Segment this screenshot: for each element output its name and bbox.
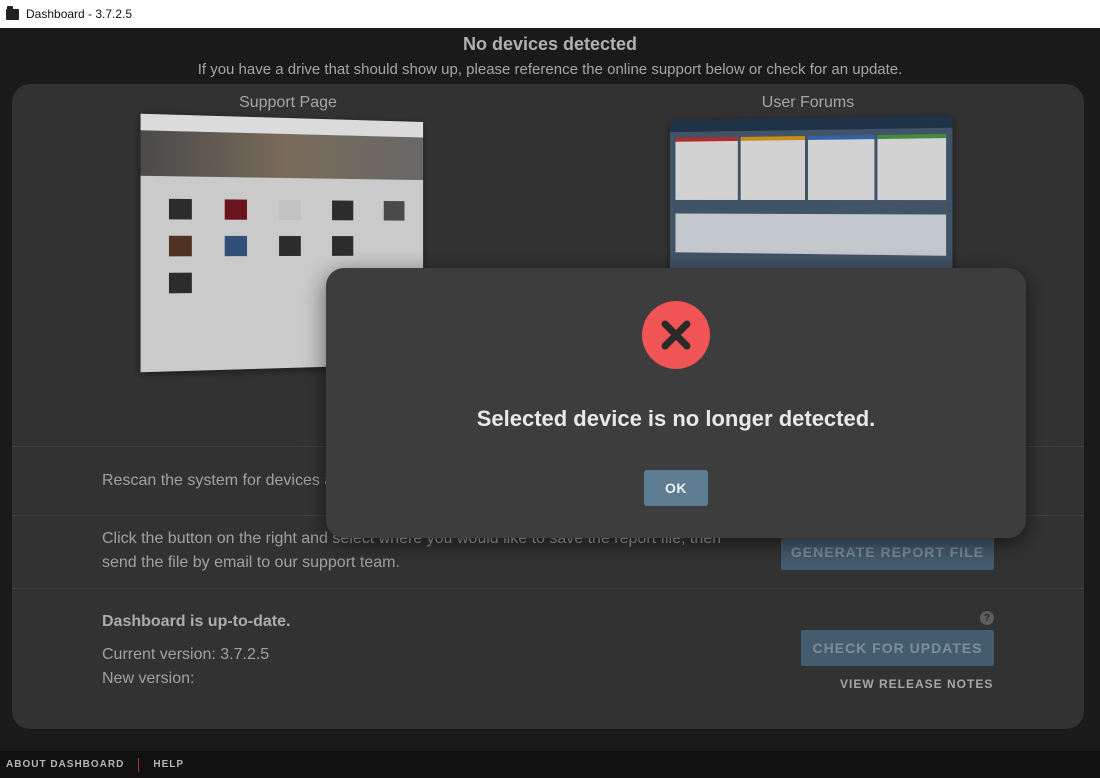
ok-button[interactable]: OK xyxy=(644,470,708,506)
error-message: Selected device is no longer detected. xyxy=(476,406,876,431)
error-dialog: Selected device is no longer detected. O… xyxy=(326,268,1026,538)
title-bar: Dashboard - 3.7.2.5 xyxy=(0,0,1100,28)
app-body: No devices detected If you have a drive … xyxy=(0,28,1100,778)
window-title: Dashboard - 3.7.2.5 xyxy=(26,7,133,21)
error-x-icon xyxy=(642,301,710,369)
folder-icon xyxy=(6,5,19,20)
